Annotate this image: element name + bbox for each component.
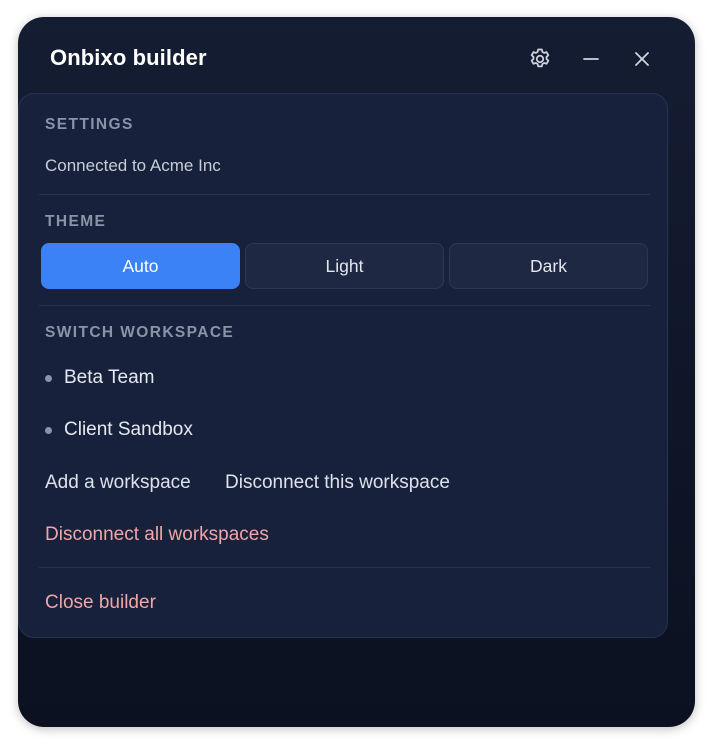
- workspace-section-label: SWITCH WORKSPACE: [45, 324, 235, 341]
- workspace-item-label: Client Sandbox: [64, 419, 193, 440]
- window-title: Onbixo builder: [50, 45, 207, 70]
- close-icon[interactable]: [628, 45, 656, 73]
- minimize-icon[interactable]: [577, 45, 605, 73]
- settings-section-label: SETTINGS: [45, 116, 134, 133]
- workspace-item-beta-team[interactable]: Beta Team: [45, 367, 154, 389]
- theme-light-button[interactable]: Light: [245, 243, 444, 289]
- close-builder-link[interactable]: Close builder: [45, 592, 156, 614]
- gear-icon[interactable]: [526, 45, 554, 73]
- divider: [39, 567, 650, 568]
- theme-section-label: THEME: [45, 213, 107, 230]
- connection-status: Connected to Acme Inc: [45, 156, 221, 175]
- disconnect-workspace-link[interactable]: Disconnect this workspace: [225, 472, 450, 494]
- settings-panel: SETTINGS Connected to Acme Inc THEME Aut…: [18, 93, 668, 638]
- bullet-icon: [45, 374, 52, 382]
- builder-window: Onbixo builder SETTINGS Connected to Acm…: [18, 17, 695, 727]
- workspace-item-client-sandbox[interactable]: Client Sandbox: [45, 419, 193, 441]
- workspace-item-label: Beta Team: [64, 367, 155, 388]
- disconnect-all-workspaces-link[interactable]: Disconnect all workspaces: [45, 524, 269, 546]
- divider: [39, 305, 650, 306]
- theme-auto-button[interactable]: Auto: [41, 243, 240, 289]
- theme-dark-button[interactable]: Dark: [449, 243, 648, 289]
- bullet-icon: [45, 426, 52, 434]
- divider: [39, 194, 650, 195]
- add-workspace-link[interactable]: Add a workspace: [45, 472, 191, 494]
